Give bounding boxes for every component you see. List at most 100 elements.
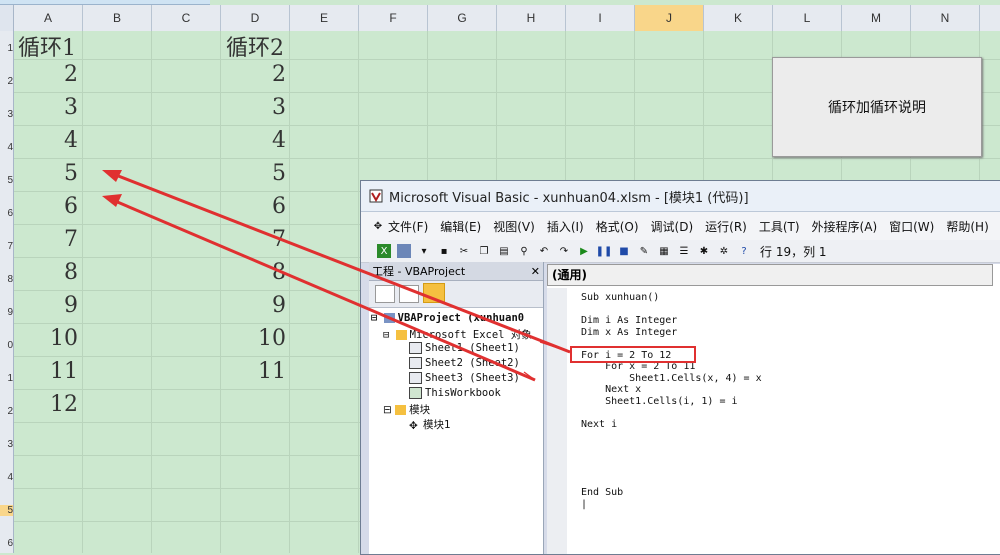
column-header-n[interactable]: N <box>911 5 980 31</box>
cut-icon[interactable]: ✂ <box>457 244 471 258</box>
view-object-button[interactable] <box>399 285 419 303</box>
menu-debug[interactable]: 调试(D) <box>651 218 694 235</box>
help-icon[interactable]: ? <box>737 244 751 258</box>
tree-item-modules[interactable]: ⊟ 模块 <box>383 402 430 417</box>
pause-icon[interactable]: ❚❚ <box>596 244 613 258</box>
tree-item-sheet3[interactable]: Sheet3 (Sheet3) <box>409 372 520 384</box>
menu-insert[interactable]: 插入(I) <box>547 218 584 235</box>
object-dropdown[interactable]: (通用) <box>547 264 993 286</box>
dropdown-arrow-icon[interactable]: ▾ <box>417 244 431 258</box>
workbook-icon <box>409 387 422 399</box>
cell-d5[interactable]: 5 <box>220 161 286 186</box>
cell-d9[interactable]: 9 <box>220 293 286 318</box>
folder-icon <box>395 405 407 415</box>
column-headers: A B C D E F G H I J K L M N <box>0 5 1000 33</box>
tree-item-excel-objects[interactable]: ⊟ Microsoft Excel 对象 <box>383 327 532 342</box>
cell-a8[interactable]: 8 <box>12 260 78 285</box>
tree-item-module1[interactable]: ✥ 模块1 <box>409 417 451 432</box>
column-header-l[interactable]: L <box>773 5 842 31</box>
cell-d10[interactable]: 10 <box>220 326 286 351</box>
project-explorer-icon[interactable]: ▦ <box>657 244 671 258</box>
view-code-button[interactable] <box>375 285 395 303</box>
find-icon[interactable]: ⚲ <box>517 244 531 258</box>
toggle-folders-icon[interactable] <box>423 283 445 303</box>
row-header[interactable]: 4 <box>0 472 13 483</box>
cell-a1[interactable]: 循环1 <box>18 30 76 62</box>
menu-tools[interactable]: 工具(T) <box>759 218 800 235</box>
menu-addins[interactable]: 外接程序(A) <box>812 218 878 235</box>
redo-icon[interactable]: ↷ <box>557 244 571 258</box>
save-icon[interactable]: ▪ <box>437 244 451 258</box>
cell-d11[interactable]: 11 <box>220 359 286 384</box>
vbe-title-bar[interactable]: Microsoft Visual Basic - xunhuan04.xlsm … <box>361 181 1000 212</box>
copy-icon[interactable]: ❐ <box>477 244 491 258</box>
cell-d7[interactable]: 7 <box>220 227 286 252</box>
cell-a12[interactable]: 12 <box>12 392 78 417</box>
cell-a2[interactable]: 2 <box>12 62 78 87</box>
insert-form-icon[interactable] <box>397 244 411 258</box>
vb-app-icon <box>369 189 383 203</box>
column-header-e[interactable]: E <box>290 5 359 31</box>
cell-d3[interactable]: 3 <box>220 95 286 120</box>
tree-item-sheet1[interactable]: Sheet1 (Sheet1) <box>409 342 520 354</box>
explain-loop-button[interactable]: 循环加循环说明 <box>772 57 982 157</box>
object-browser-icon[interactable]: ✱ <box>697 244 711 258</box>
properties-icon[interactable]: ☰ <box>677 244 691 258</box>
tree-item-thisworkbook[interactable]: ThisWorkbook <box>409 387 501 399</box>
cell-d4[interactable]: 4 <box>220 128 286 153</box>
watermark-url: jingyan.baidu.com <box>765 510 932 531</box>
undo-icon[interactable]: ↶ <box>537 244 551 258</box>
toolbox-icon[interactable]: ✲ <box>717 244 731 258</box>
cell-a10[interactable]: 10 <box>12 326 78 351</box>
code-line: End Sub <box>581 487 624 498</box>
module-icon: ✥ <box>409 420 418 432</box>
menu-run[interactable]: 运行(R) <box>705 218 747 235</box>
column-header-d[interactable]: D <box>221 5 290 31</box>
cell-a4[interactable]: 4 <box>12 128 78 153</box>
row-header[interactable]: 6 <box>0 538 13 549</box>
design-mode-icon[interactable]: ✎ <box>637 244 651 258</box>
menu-format[interactable]: 格式(O) <box>596 218 639 235</box>
row-header[interactable]: 5 <box>0 505 13 516</box>
project-explorer-header: 工程 - VBAProject ✕ <box>369 262 543 281</box>
column-header-k[interactable]: K <box>704 5 773 31</box>
column-header-f[interactable]: F <box>359 5 428 31</box>
reset-icon[interactable]: ■ <box>617 244 631 258</box>
vb-menu-icon[interactable]: ✥ <box>371 219 385 233</box>
column-header-c[interactable]: C <box>152 5 221 31</box>
column-header-g[interactable]: G <box>428 5 497 31</box>
column-header-i[interactable]: I <box>566 5 635 31</box>
column-header-a[interactable]: A <box>14 5 83 31</box>
cell-d6[interactable]: 6 <box>220 194 286 219</box>
cell-a6[interactable]: 6 <box>12 194 78 219</box>
cell-a5[interactable]: 5 <box>12 161 78 186</box>
menu-view[interactable]: 视图(V) <box>493 218 535 235</box>
project-explorer-title: 工程 - VBAProject <box>372 265 466 278</box>
menu-help[interactable]: 帮助(H) <box>946 218 988 235</box>
run-icon[interactable]: ▶ <box>577 244 591 258</box>
cursor-position: 行 19，列 1 <box>760 244 827 259</box>
cell-a7[interactable]: 7 <box>12 227 78 252</box>
row-header[interactable]: 1 <box>0 43 13 54</box>
paste-icon[interactable]: ▤ <box>497 244 511 258</box>
close-icon[interactable]: ✕ <box>531 265 540 278</box>
cell-d2[interactable]: 2 <box>220 62 286 87</box>
text-cursor: | <box>581 498 588 510</box>
tree-item-sheet2[interactable]: Sheet2 (Sheet2) <box>409 357 520 369</box>
select-all-corner[interactable] <box>0 5 14 31</box>
column-header-b[interactable]: B <box>83 5 152 31</box>
cell-a11[interactable]: 11 <box>12 359 78 384</box>
excel-icon[interactable]: X <box>377 244 391 258</box>
menu-file[interactable]: 文件(F) <box>388 218 428 235</box>
cell-a9[interactable]: 9 <box>12 293 78 318</box>
column-header-h[interactable]: H <box>497 5 566 31</box>
row-header[interactable]: 3 <box>0 439 13 450</box>
menu-window[interactable]: 窗口(W) <box>889 218 934 235</box>
cell-a3[interactable]: 3 <box>12 95 78 120</box>
cell-d8[interactable]: 8 <box>220 260 286 285</box>
column-header-m[interactable]: M <box>842 5 911 31</box>
cell-d1[interactable]: 循环2 <box>226 30 284 62</box>
menu-edit[interactable]: 编辑(E) <box>440 218 481 235</box>
column-header-j[interactable]: J <box>635 5 704 33</box>
tree-item-project[interactable]: ⊟ VBAProject (xunhuan0 <box>371 312 524 324</box>
